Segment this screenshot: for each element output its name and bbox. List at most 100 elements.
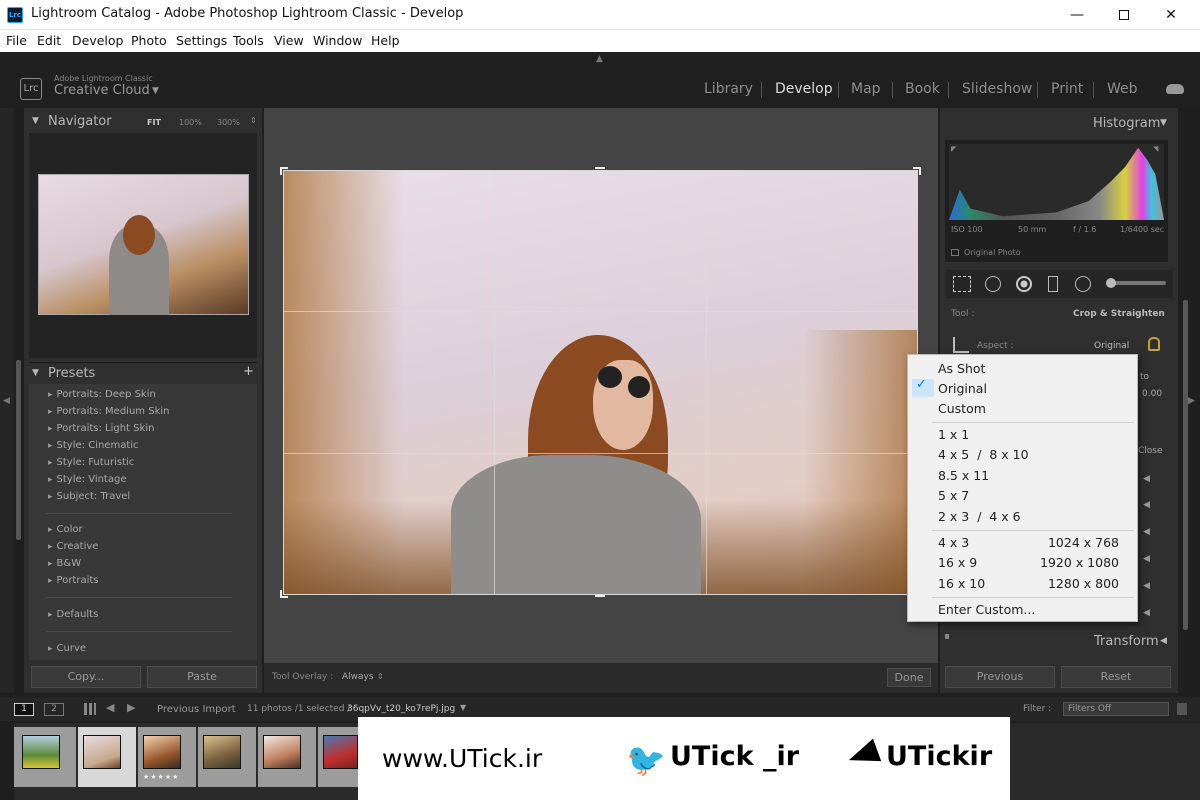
- aspect-option[interactable]: 1 x 1: [938, 427, 969, 442]
- menu-view[interactable]: View: [274, 33, 304, 48]
- aspect-option-resolution[interactable]: 1920 x 1080: [1040, 555, 1119, 570]
- crop-handle[interactable]: [280, 167, 288, 175]
- menu-help[interactable]: Help: [371, 33, 400, 48]
- forward-arrow-icon[interactable]: ▶: [127, 701, 135, 714]
- filmstrip-filename[interactable]: 36qpVv_t20_ko7rePj.jpg: [347, 704, 455, 714]
- panel-header-partial[interactable]: ◀: [1143, 500, 1150, 510]
- grid-view-icon[interactable]: [84, 703, 96, 715]
- highlight-clipping-icon[interactable]: ◥: [1153, 145, 1158, 153]
- back-arrow-icon[interactable]: ◀: [106, 701, 114, 714]
- aspect-option[interactable]: 4 x 3: [938, 535, 969, 550]
- menu-window[interactable]: Window: [313, 33, 362, 48]
- preset-item[interactable]: Style: Vintage: [48, 474, 127, 485]
- red-eye-icon[interactable]: [1016, 276, 1032, 292]
- transform-panel-header[interactable]: Transform: [1094, 634, 1159, 649]
- window-2-button[interactable]: 2: [44, 703, 64, 716]
- brush-slider-knob[interactable]: [1106, 278, 1116, 288]
- navigator-title[interactable]: Navigator: [48, 114, 112, 129]
- menu-settings[interactable]: Settings: [176, 33, 227, 48]
- menu-photo[interactable]: Photo: [131, 33, 167, 48]
- filmstrip-thumbnail[interactable]: [203, 735, 241, 769]
- preset-group-defaults[interactable]: Defaults: [48, 609, 99, 620]
- crop-handle[interactable]: [595, 167, 605, 169]
- filmstrip-thumbnail-selected[interactable]: [83, 735, 121, 769]
- copy-button[interactable]: Copy...: [31, 666, 141, 688]
- crop-handle[interactable]: [595, 595, 605, 597]
- module-map[interactable]: Map: [851, 81, 881, 97]
- filmstrip-thumbnail[interactable]: [323, 735, 358, 769]
- navigator-collapse-icon[interactable]: ▼: [32, 116, 39, 126]
- preset-group-curve[interactable]: Curve: [48, 643, 87, 654]
- left-scrollbar[interactable]: [16, 360, 21, 540]
- presets-collapse-icon[interactable]: ▼: [32, 368, 39, 378]
- collapse-top-icon[interactable]: ▲: [596, 54, 603, 64]
- identity-dropdown-icon[interactable]: ▼: [152, 86, 159, 96]
- menu-develop[interactable]: Develop: [72, 33, 123, 48]
- shadow-clipping-icon[interactable]: ◤: [951, 145, 956, 153]
- cloud-sync-icon[interactable]: [1166, 84, 1184, 94]
- menu-edit[interactable]: Edit: [37, 33, 61, 48]
- module-library[interactable]: Library: [704, 81, 753, 97]
- histogram-collapse-icon[interactable]: ▼: [1160, 118, 1167, 128]
- presets-title[interactable]: Presets: [48, 366, 95, 381]
- preset-item[interactable]: Subject: Travel: [48, 491, 131, 502]
- tool-overlay-dropdown-icon[interactable]: ⇕: [377, 672, 384, 681]
- crop-handle[interactable]: [913, 167, 921, 175]
- maximize-button[interactable]: [1101, 0, 1147, 30]
- preset-item[interactable]: Portraits: Medium Skin: [48, 406, 170, 417]
- crop-tool-icon[interactable]: [953, 276, 971, 292]
- preset-item[interactable]: Portraits: Deep Skin: [48, 389, 156, 400]
- module-print[interactable]: Print: [1051, 81, 1083, 97]
- aspect-option-checked[interactable]: Original: [938, 381, 987, 396]
- navigator-zoom-dropdown-icon[interactable]: ⇕: [250, 116, 257, 125]
- done-button[interactable]: Done: [887, 668, 931, 687]
- histogram-title[interactable]: Histogram: [1093, 116, 1160, 131]
- aspect-option[interactable]: As Shot: [938, 361, 985, 376]
- tool-overlay-select[interactable]: Always: [342, 672, 374, 682]
- panel-header-partial[interactable]: ◀: [1143, 581, 1150, 591]
- aspect-option[interactable]: Custom: [938, 401, 986, 416]
- preset-group[interactable]: Color: [48, 524, 83, 535]
- navigator-zoom-100[interactable]: 100%: [179, 118, 202, 127]
- navigator-thumbnail[interactable]: [38, 174, 249, 315]
- collapse-left-icon[interactable]: ◀: [3, 396, 10, 406]
- aspect-option[interactable]: 8.5 x 11: [938, 468, 989, 483]
- module-web[interactable]: Web: [1107, 81, 1138, 97]
- aspect-option-resolution[interactable]: 1280 x 800: [1048, 576, 1119, 591]
- panel-switch-icon[interactable]: [945, 634, 949, 639]
- module-slideshow[interactable]: Slideshow: [962, 81, 1032, 97]
- reset-button[interactable]: Reset: [1061, 666, 1171, 688]
- module-book[interactable]: Book: [905, 81, 940, 97]
- filter-select[interactable]: Filters Off: [1063, 702, 1169, 716]
- preset-group[interactable]: B&W: [48, 558, 82, 569]
- preset-item[interactable]: Style: Cinematic: [48, 440, 139, 451]
- crop-frame[interactable]: [283, 170, 918, 595]
- preset-group[interactable]: Portraits: [48, 575, 99, 586]
- spot-removal-icon[interactable]: [985, 276, 1001, 292]
- original-photo-checkbox[interactable]: [951, 249, 959, 256]
- menu-tools[interactable]: Tools: [233, 33, 264, 48]
- identity-line2[interactable]: Creative Cloud: [54, 83, 150, 98]
- filter-lock-icon[interactable]: [1177, 703, 1187, 715]
- add-preset-icon[interactable]: +: [243, 364, 254, 379]
- radial-filter-icon[interactable]: [1075, 276, 1091, 292]
- navigator-fit[interactable]: FIT: [147, 118, 161, 127]
- graduated-filter-icon[interactable]: [1048, 276, 1058, 292]
- minimize-button[interactable]: —: [1054, 0, 1100, 30]
- filename-dropdown-icon[interactable]: ▼: [460, 703, 466, 712]
- lock-icon[interactable]: [1148, 337, 1160, 351]
- aspect-option[interactable]: 4 x 5 / 8 x 10: [938, 447, 1029, 462]
- right-scrollbar[interactable]: [1183, 300, 1188, 630]
- crop-handle[interactable]: [280, 590, 288, 598]
- filmstrip-source[interactable]: Previous Import: [157, 704, 236, 715]
- filmstrip-thumbnail[interactable]: [22, 735, 60, 769]
- aspect-option[interactable]: 16 x 9: [938, 555, 977, 570]
- preset-item[interactable]: Style: Futuristic: [48, 457, 135, 468]
- panel-header-partial[interactable]: ◀: [1143, 608, 1150, 618]
- transform-expand-icon[interactable]: ◀: [1160, 636, 1167, 646]
- aspect-option[interactable]: 5 x 7: [938, 488, 969, 503]
- panel-header-partial[interactable]: ◀: [1143, 474, 1150, 484]
- preset-group[interactable]: Creative: [48, 541, 99, 552]
- module-develop[interactable]: Develop: [775, 81, 833, 97]
- navigator-zoom-300[interactable]: 300%: [217, 118, 240, 127]
